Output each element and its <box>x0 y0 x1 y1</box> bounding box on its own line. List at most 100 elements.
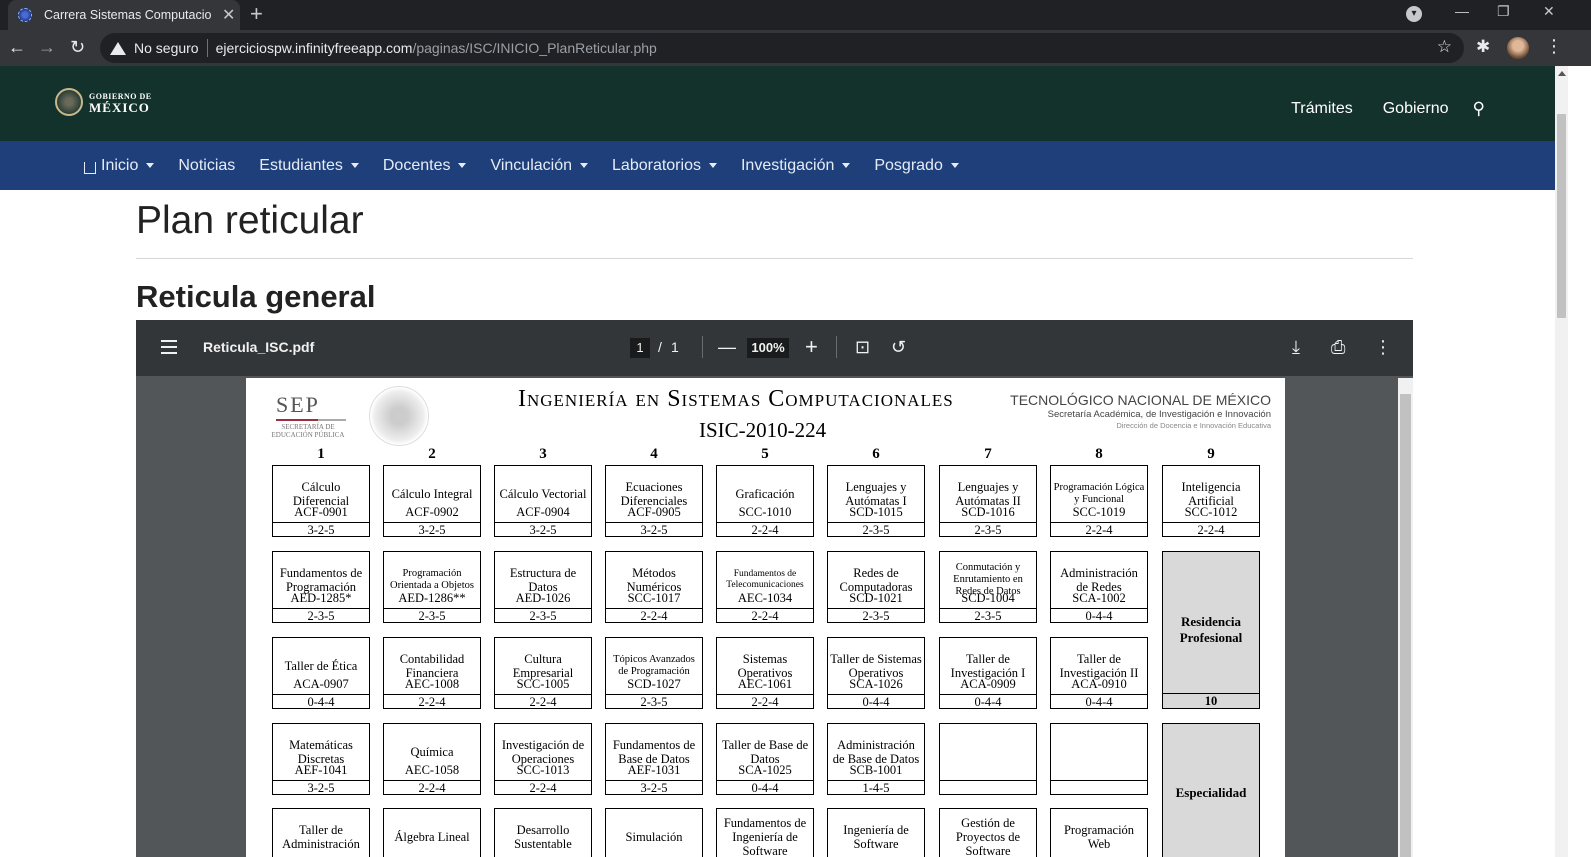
subject-box: Ecuaciones Diferenciales ACF-0905 3-2-5 <box>605 465 703 537</box>
zoom-in-icon[interactable]: + <box>805 336 818 358</box>
nav-label: Investigación <box>740 156 835 174</box>
gov-logo[interactable]: GOBIERNO DE MÉXICO <box>55 88 152 116</box>
subject-credits <box>1051 780 1147 795</box>
zoom-out-icon[interactable]: — <box>718 336 736 358</box>
subject-code: SCC-1019 <box>1072 505 1126 519</box>
forward-icon[interactable]: → <box>38 36 56 58</box>
browser-tab[interactable]: Carrera Sistemas Computacionales ✕ <box>8 0 240 30</box>
nav-item-vinculacion[interactable]: Vinculación <box>490 157 589 175</box>
toolbar-divider <box>836 336 837 358</box>
subject-credits: 2-3-5 <box>273 608 369 623</box>
especialidad-label: Especialidad <box>1175 785 1247 800</box>
warning-icon[interactable] <box>110 41 126 55</box>
url-path[interactable]: /paginas/ISC/INICIO_PlanReticular.php <box>412 40 656 56</box>
subject-code <box>273 849 369 854</box>
pdf-scrollbar[interactable] <box>1398 378 1413 857</box>
fit-page-icon[interactable]: ⊡ <box>855 336 870 358</box>
security-status[interactable]: No seguro <box>134 40 199 56</box>
subject-credits: 2-2-4 <box>384 694 480 709</box>
subject-code: SCD-1004 <box>961 591 1015 605</box>
menu-icon[interactable] <box>161 340 177 354</box>
subject-credits: 0-4-4 <box>273 694 369 709</box>
subject-credits <box>940 780 1036 795</box>
subject-box: Taller de Investigación II ACA-0910 0-4-4 <box>1050 637 1148 709</box>
subject-credits: 2-3-5 <box>495 608 591 623</box>
page-scrollbar[interactable] <box>1555 66 1568 857</box>
pdf-scrollbar-thumb[interactable] <box>1400 394 1411 857</box>
page-number-input[interactable]: 1 <box>630 338 650 358</box>
download-icon[interactable]: ⤓ <box>1292 336 1300 358</box>
reload-icon[interactable]: ↻ <box>70 36 85 58</box>
subject-credits: 2-2-4 <box>1163 522 1259 537</box>
subject-code <box>384 849 480 854</box>
subject-box: Cultura Empresarial SCC-1005 2-2-4 <box>494 637 592 709</box>
url-host[interactable]: ejerciciospw.infinityfreeapp.com <box>216 40 413 56</box>
tecnm-secretaria: Secretaría Académica, de Investigación e… <box>1047 409 1271 420</box>
address-bar[interactable]: No seguro ejerciciospw.infinityfreeapp.c… <box>100 33 1464 63</box>
sep-logo-subtitle-2: EDUCACIÓN PÚBLICA <box>271 431 345 439</box>
subject-code <box>1051 764 1147 769</box>
semester-header: 9 <box>1207 446 1215 462</box>
semester-header: 4 <box>650 446 658 462</box>
subject-code: SCA-1026 <box>849 677 903 691</box>
subject-box: Programación Orientada a Objetos AED-1286… <box>383 551 481 623</box>
subject-code: SCC-1017 <box>627 591 681 605</box>
profile-avatar[interactable] <box>1507 37 1529 59</box>
nav-label: Laboratorios <box>612 156 701 174</box>
subject-code: SCC-1013 <box>516 763 570 777</box>
subject-credits: 0-4-4 <box>717 780 813 795</box>
subject-code: AED-1286** <box>398 591 466 605</box>
tab-search-icon[interactable]: ▾ <box>1406 6 1422 22</box>
subject-credits: 3-2-5 <box>273 780 369 795</box>
gov-seal-icon <box>55 88 83 116</box>
back-icon[interactable]: ← <box>8 36 26 58</box>
window-edge <box>1568 66 1591 857</box>
semester-header: 1 <box>317 446 325 462</box>
browser-menu-icon[interactable]: ⋮ <box>1545 36 1563 57</box>
scroll-up-icon[interactable] <box>1558 71 1566 76</box>
minimize-icon[interactable]: — <box>1455 3 1469 19</box>
site-favicon-icon <box>18 8 32 22</box>
semester-header: 5 <box>761 446 769 462</box>
rotate-icon[interactable]: ↺ <box>891 336 906 358</box>
subject-credits: 3-2-5 <box>606 522 702 537</box>
new-tab-icon[interactable]: + <box>250 2 263 26</box>
print-icon[interactable]: ⎙ <box>1331 336 1345 358</box>
home-icon <box>84 161 96 174</box>
subject-box: Cálculo Vectorial ACF-0904 3-2-5 <box>494 465 592 537</box>
bookmark-star-icon[interactable]: ☆ <box>1437 37 1452 57</box>
especialidad-box: Especialidad <box>1162 723 1260 857</box>
subject-box: Fundamentos de Telecomunicaciones AEC-103… <box>716 551 814 623</box>
nav-item-docentes[interactable]: Docentes <box>383 157 467 175</box>
sep-logo: SEP SECRETARÍA DE EDUCACIÓN PÚBLICA <box>272 392 348 439</box>
subject-box: Taller de Base de Datos SCA-1025 0-4-4 <box>716 723 814 795</box>
search-icon[interactable]: ⚲ <box>1473 99 1485 119</box>
zoom-level-input[interactable]: 100% <box>747 338 789 358</box>
nav-label: Posgrado <box>874 156 943 174</box>
subject-credits: 3-2-5 <box>606 780 702 795</box>
subject-box: Cálculo Integral ACF-0902 3-2-5 <box>383 465 481 537</box>
nav-item-investigacion[interactable]: Investigación <box>740 156 851 175</box>
nav-item-laboratorios[interactable]: Laboratorios <box>612 157 717 175</box>
nav-item-estudiantes[interactable]: Estudiantes <box>259 157 359 175</box>
page-scrollbar-thumb[interactable] <box>1557 114 1566 318</box>
subject-credits: 2-3-5 <box>606 694 702 709</box>
nav-item-posgrado[interactable]: Posgrado <box>874 157 959 175</box>
subject-box: Álgebra Lineal <box>383 808 481 857</box>
residencia-profesional-box: Residencia Profesional 10 <box>1162 551 1260 709</box>
pdf-viewer[interactable]: Reticula_ISC.pdf 1 / 1 — 100% + ⊡ ↺ ⤓ ⎙ … <box>136 320 1413 857</box>
close-window-icon[interactable]: ✕ <box>1543 3 1555 20</box>
gov-link-gobierno[interactable]: Gobierno <box>1383 100 1449 118</box>
gov-link-tramites[interactable]: Trámites <box>1291 100 1353 118</box>
subject-credits: 2-2-4 <box>606 608 702 623</box>
extensions-icon[interactable]: ✱ <box>1476 37 1490 57</box>
restore-icon[interactable]: ❐ <box>1497 3 1510 20</box>
address-separator <box>206 39 208 57</box>
more-actions-icon[interactable]: ⋮ <box>1374 336 1392 358</box>
nav-item-noticias[interactable]: Noticias <box>178 157 235 175</box>
subject-credits: 2-3-5 <box>940 522 1036 537</box>
close-tab-icon[interactable]: ✕ <box>222 5 235 25</box>
subject-box: Fundamentos de Ingeniería de Software <box>716 808 814 857</box>
nav-item-inicio[interactable]: Inicio <box>84 157 155 175</box>
gov-links: Trámites Gobierno ⚲ <box>1261 99 1485 119</box>
